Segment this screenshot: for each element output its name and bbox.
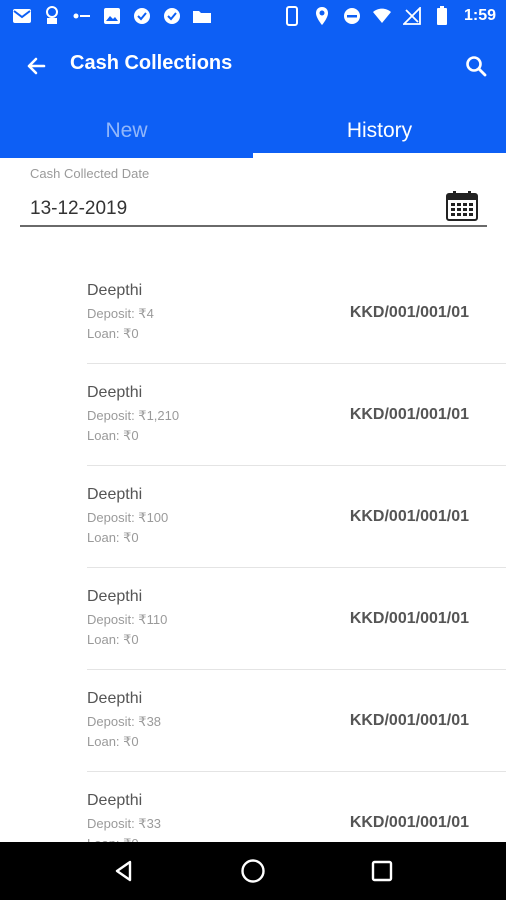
date-field[interactable]: Cash Collected Date 13-12-2019 (20, 166, 487, 228)
calendar-icon[interactable] (445, 190, 479, 222)
search-icon (466, 56, 487, 77)
collection-list: Deepthi Deposit: ₹4 Loan: ₹0 KKD/001/001… (0, 262, 506, 874)
toolbar: Cash Collections (0, 38, 506, 94)
square-recents-icon (371, 860, 392, 882)
member-name: Deepthi (87, 588, 143, 605)
deposit-amount: Deposit: ₹4 (87, 306, 154, 321)
deposit-amount: Deposit: ₹110 (87, 612, 168, 627)
member-code: KKD/001/001/01 (349, 610, 469, 627)
system-nav-bar (0, 842, 506, 900)
member-code: KKD/001/001/01 (349, 406, 469, 423)
date-field-label: Cash Collected Date (30, 166, 150, 181)
member-name: Deepthi (87, 486, 143, 503)
location-icon (312, 6, 332, 26)
member-name: Deepthi (87, 384, 143, 401)
check-circle-icon (132, 6, 152, 26)
signal-icon (402, 6, 422, 26)
search-button[interactable] (460, 50, 492, 82)
deposit-amount: Deposit: ₹33 (87, 816, 162, 831)
member-code: KKD/001/001/01 (349, 712, 469, 729)
app-icon-2 (72, 6, 92, 26)
list-item[interactable]: Deepthi Deposit: ₹110 Loan: ₹0 KKD/001/0… (0, 568, 506, 670)
member-name: Deepthi (87, 282, 143, 299)
deposit-amount: Deposit: ₹1,210 (87, 408, 180, 423)
app-bar: 1:59 Cash Collections New History (0, 0, 506, 158)
date-field-underline (20, 225, 487, 227)
loan-amount: Loan: ₹0 (87, 734, 139, 749)
tab-history[interactable]: History (253, 104, 506, 158)
member-name: Deepthi (87, 792, 143, 809)
tab-new[interactable]: New (0, 104, 253, 158)
tab-bar: New History (0, 104, 506, 158)
nav-back-button[interactable] (104, 851, 144, 891)
page-title: Cash Collections (70, 52, 233, 74)
battery-icon (432, 6, 452, 26)
deposit-amount: Deposit: ₹100 (87, 510, 169, 525)
gallery-icon (102, 6, 122, 26)
circle-home-icon (241, 859, 265, 883)
member-code: KKD/001/001/01 (349, 814, 469, 831)
status-bar: 1:59 (0, 0, 506, 32)
nav-recents-button[interactable] (362, 851, 402, 891)
status-time: 1:59 (463, 7, 496, 24)
loan-amount: Loan: ₹0 (87, 428, 139, 443)
list-item[interactable]: Deepthi Deposit: ₹4 Loan: ₹0 KKD/001/001… (0, 262, 506, 364)
app-icon (42, 6, 62, 26)
folder-icon (192, 6, 212, 26)
loan-amount: Loan: ₹0 (87, 530, 139, 545)
list-item[interactable]: Deepthi Deposit: ₹38 Loan: ₹0 KKD/001/00… (0, 670, 506, 772)
arrow-left-icon (27, 57, 46, 75)
list-item[interactable]: Deepthi Deposit: ₹1,210 Loan: ₹0 KKD/001… (0, 364, 506, 466)
wifi-icon (372, 6, 392, 26)
loan-amount: Loan: ₹0 (87, 326, 139, 341)
back-button[interactable] (20, 50, 52, 82)
member-code: KKD/001/001/01 (349, 304, 469, 321)
deposit-amount: Deposit: ₹38 (87, 714, 162, 729)
triangle-back-icon (116, 860, 132, 882)
list-item[interactable]: Deepthi Deposit: ₹100 Loan: ₹0 KKD/001/0… (0, 466, 506, 568)
nav-home-button[interactable] (233, 851, 273, 891)
date-field-value[interactable]: 13-12-2019 (30, 198, 127, 220)
loan-amount: Loan: ₹0 (87, 632, 139, 647)
member-name: Deepthi (87, 690, 143, 707)
check-circle-icon-2 (162, 6, 182, 26)
phone-icon (282, 6, 302, 26)
dnd-icon (342, 6, 362, 26)
gmail-icon (12, 6, 32, 26)
member-code: KKD/001/001/01 (349, 508, 469, 525)
